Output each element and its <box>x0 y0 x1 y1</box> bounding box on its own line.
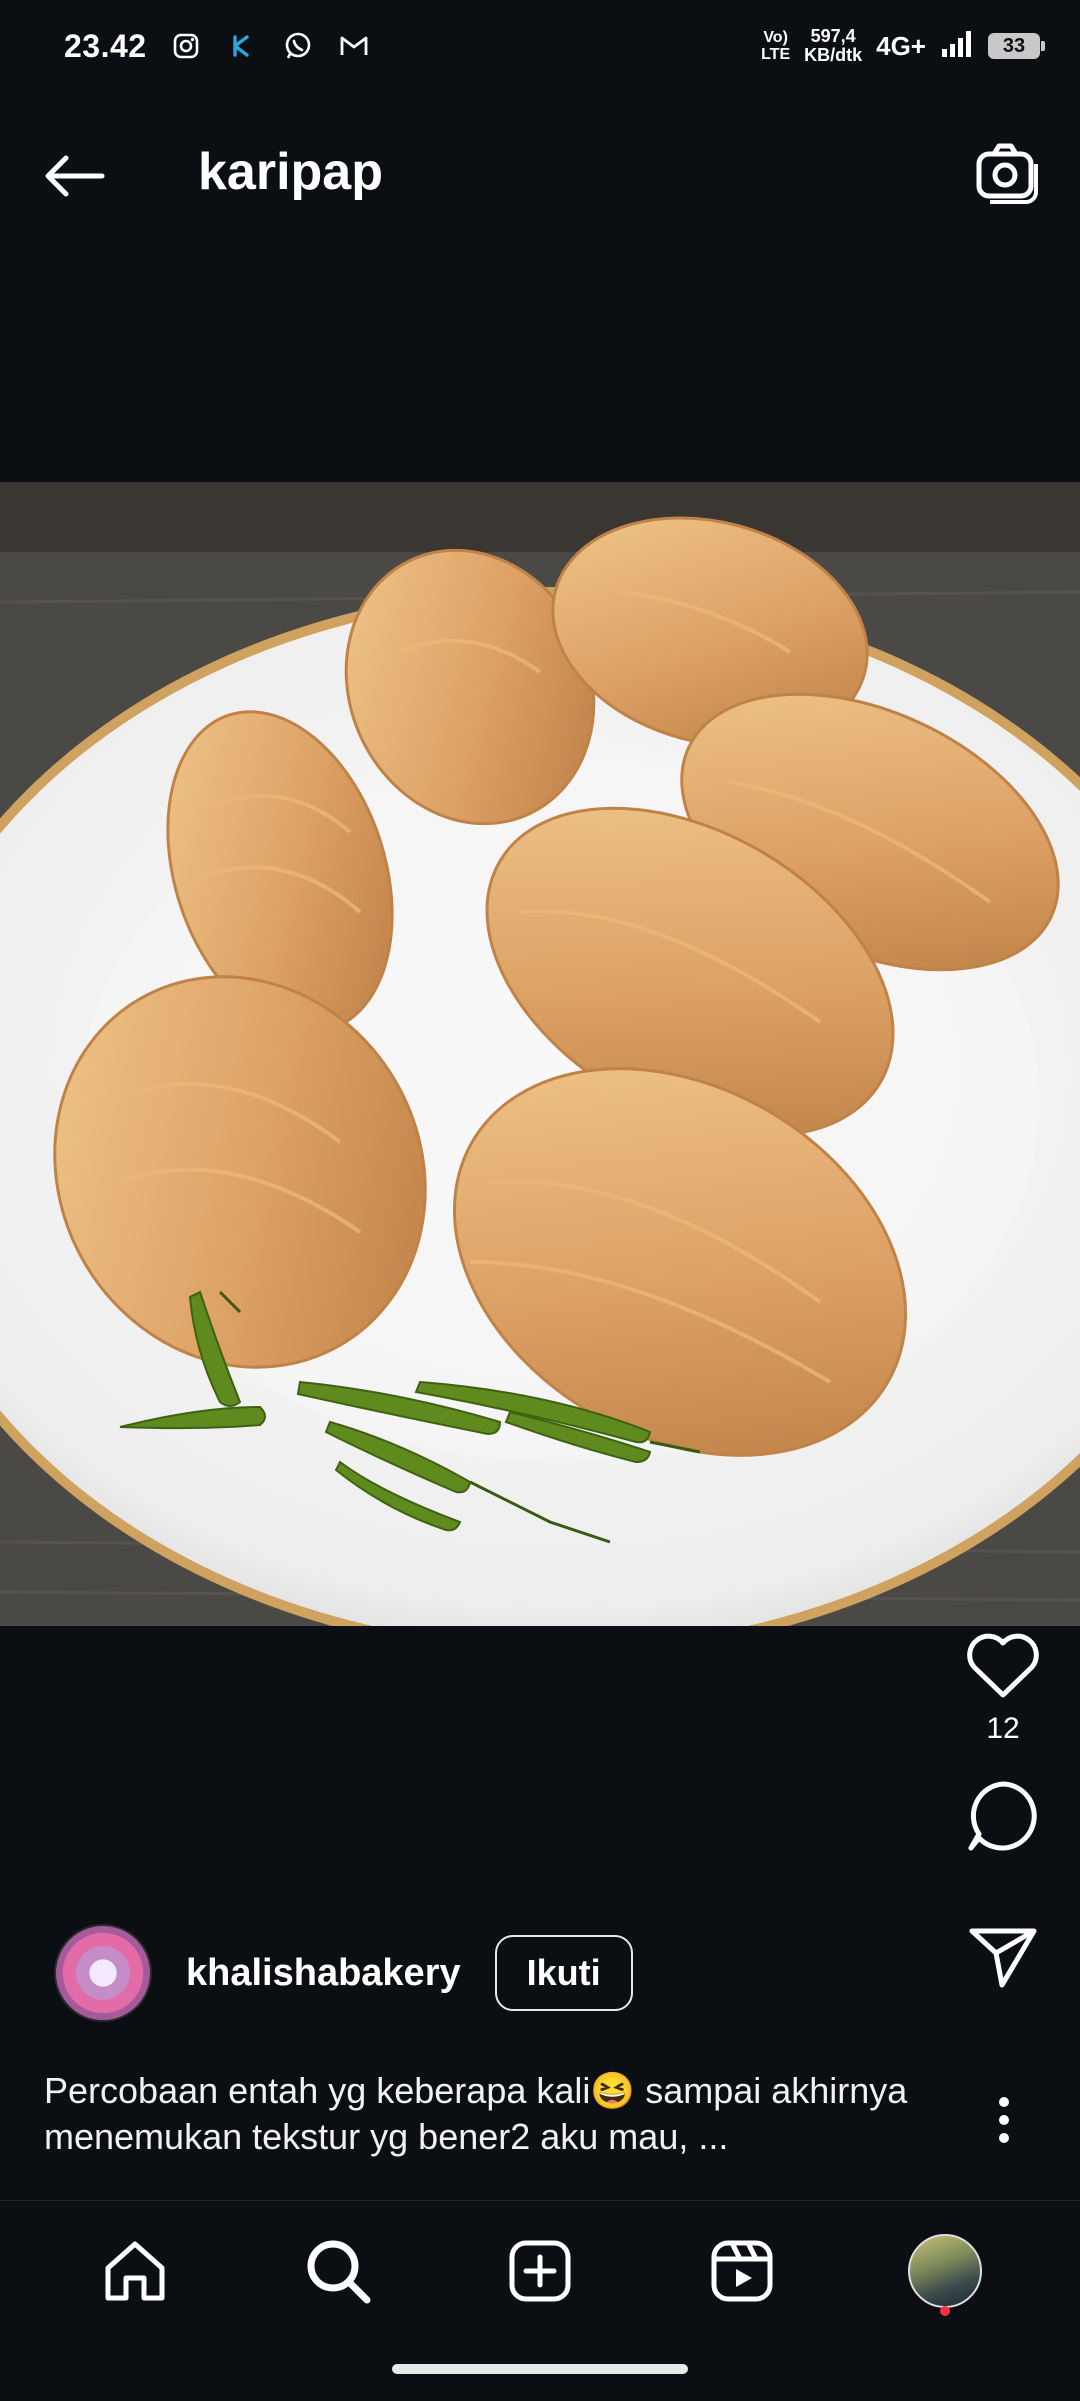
whatsapp-icon <box>281 29 315 63</box>
more-options-button[interactable] <box>984 2090 1024 2150</box>
comment-icon <box>968 1781 1037 1851</box>
author-row: khalishabakery Ikuti <box>54 1924 633 2022</box>
speed-unit: KB/dtk <box>804 45 863 65</box>
nav-home[interactable] <box>90 2226 180 2316</box>
profile-avatar <box>907 2234 982 2308</box>
status-right: Vo) LTE 597,4 KB/dtk 4G+ 33 <box>761 27 1045 65</box>
create-icon <box>509 2240 571 2302</box>
volte-indicator: Vo) LTE <box>761 29 790 63</box>
nav-reels[interactable] <box>697 2226 787 2316</box>
status-bar: 23.42 Vo) LTE 597,4 KB/dtk 4G+ 33 <box>0 0 1080 92</box>
comment-button[interactable] <box>963 1776 1043 1856</box>
app-icon <box>225 29 259 63</box>
author-avatar[interactable] <box>54 1924 152 2022</box>
like-count: 12 <box>986 1712 1020 1745</box>
author-username[interactable]: khalishabakery <box>186 1952 461 1995</box>
gmail-icon <box>337 29 371 63</box>
battery-icon: 33 <box>988 33 1045 59</box>
nav-search[interactable] <box>293 2226 383 2316</box>
network-type: 4G+ <box>876 30 926 61</box>
status-time: 23.42 <box>64 27 147 64</box>
status-left: 23.42 <box>64 28 371 65</box>
camera-icon <box>976 143 1038 204</box>
like-button[interactable] <box>963 1626 1043 1706</box>
search-icon <box>307 2240 371 2304</box>
karipap-photo <box>0 482 1080 1626</box>
heart-icon <box>967 1633 1039 1698</box>
nav-profile[interactable] <box>900 2226 990 2316</box>
volte-bottom: LTE <box>761 46 791 63</box>
home-indicator[interactable] <box>392 2364 688 2374</box>
post-caption[interactable]: Percobaan entah yg keberapa kali😆 sampai… <box>44 2068 944 2160</box>
notification-dot <box>939 2306 950 2316</box>
header: karipap <box>0 92 1080 254</box>
network-speed: 597,4 KB/dtk <box>804 27 862 65</box>
page-title: karipap <box>198 143 383 201</box>
speed-value: 597,4 <box>810 26 856 46</box>
more-vertical-icon <box>999 2097 1009 2143</box>
signal-icon <box>940 29 974 64</box>
post-image[interactable] <box>0 482 1080 1626</box>
volte-top: Vo) <box>763 29 788 46</box>
instagram-icon <box>169 29 203 63</box>
post-actions: 12 <box>948 1626 1058 1996</box>
reels-icon <box>711 2240 773 2302</box>
home-icon <box>105 2241 165 2301</box>
battery-level: 33 <box>1002 34 1026 57</box>
follow-button[interactable]: Ikuti <box>494 1935 633 2011</box>
nav-create[interactable] <box>495 2226 585 2316</box>
share-button[interactable] <box>963 1916 1043 1996</box>
arrow-left-icon <box>45 155 105 197</box>
send-icon <box>969 1928 1037 1988</box>
back-button[interactable] <box>38 144 110 208</box>
camera-button[interactable] <box>972 138 1042 208</box>
